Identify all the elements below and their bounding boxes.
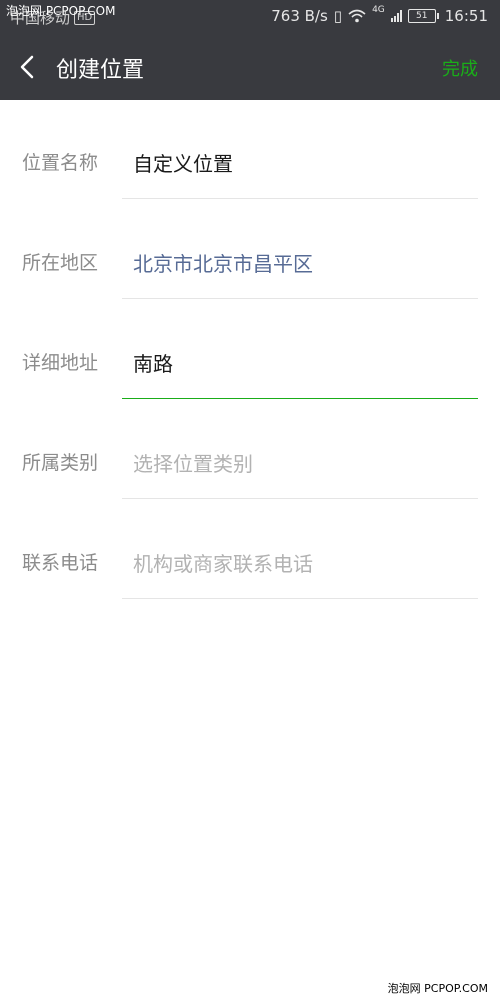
phone-input[interactable]: 机构或商家联系电话 xyxy=(133,548,313,577)
network-speed: 763 B/s xyxy=(271,7,328,25)
done-button[interactable]: 完成 xyxy=(442,55,478,81)
address-label: 详细地址 xyxy=(22,352,99,374)
region-label: 所在地区 xyxy=(22,252,99,274)
address-row[interactable]: 详细地址 南路 xyxy=(0,300,500,400)
divider xyxy=(122,298,478,299)
divider xyxy=(122,598,478,599)
phone-label: 联系电话 xyxy=(22,552,99,574)
top-bar: 中国移动 HD 763 B/s ▯ 4G 51 16:51 泡泡网 PCPOP.… xyxy=(0,0,500,100)
region-row[interactable]: 所在地区 北京市北京市昌平区 xyxy=(0,200,500,300)
vibrate-icon: ▯ xyxy=(333,7,343,25)
address-input[interactable]: 南路 xyxy=(133,348,173,377)
phone-row[interactable]: 联系电话 机构或商家联系电话 xyxy=(0,500,500,600)
watermark-top: 泡泡网 PCPOP.COM xyxy=(6,4,116,18)
category-select[interactable]: 选择位置类别 xyxy=(133,448,253,477)
active-input-underline xyxy=(122,398,478,399)
page-title: 创建位置 xyxy=(56,58,145,83)
network-type: 4G xyxy=(372,5,385,15)
category-row[interactable]: 所属类别 选择位置类别 xyxy=(0,400,500,500)
location-name-input[interactable]: 自定义位置 xyxy=(133,148,233,177)
watermark-bottom: 泡泡网 PCPOP.COM xyxy=(387,982,488,995)
create-location-form: 位置名称 自定义位置 所在地区 北京市北京市昌平区 详细地址 南路 所属类别 选… xyxy=(0,100,500,600)
region-value[interactable]: 北京市北京市昌平区 xyxy=(133,248,313,277)
signal-icon xyxy=(390,10,402,22)
category-label: 所属类别 xyxy=(22,452,99,474)
battery-level: 51 xyxy=(407,9,436,23)
wifi-icon xyxy=(348,9,366,23)
divider xyxy=(122,498,478,499)
divider xyxy=(122,198,478,199)
location-name-label: 位置名称 xyxy=(22,152,99,174)
status-right: 763 B/s ▯ 4G 51 16:51 xyxy=(271,5,488,25)
clock: 16:51 xyxy=(444,7,488,25)
battery-icon: 51 xyxy=(407,9,439,23)
back-arrow-icon[interactable] xyxy=(14,52,44,82)
nav-bar: 创建位置 完成 xyxy=(0,38,500,98)
location-name-row[interactable]: 位置名称 自定义位置 xyxy=(0,100,500,200)
